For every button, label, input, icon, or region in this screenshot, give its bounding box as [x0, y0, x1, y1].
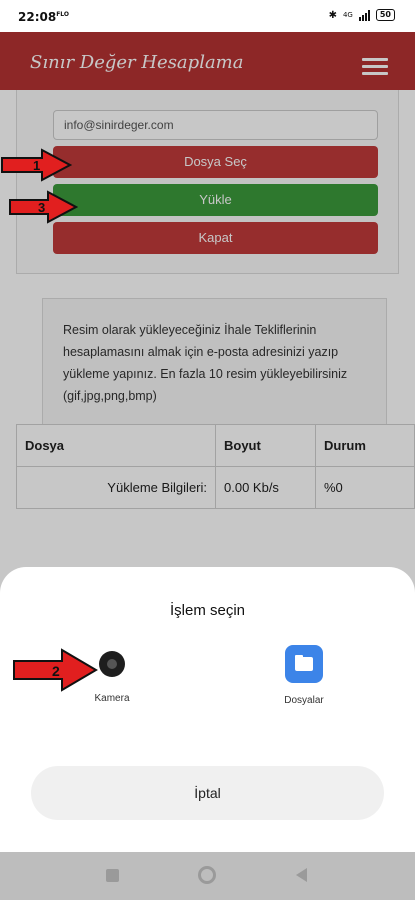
home-icon[interactable] [198, 866, 216, 884]
battery-icon: 50 [375, 9, 395, 21]
navigation-bar [0, 852, 415, 900]
camera-icon [99, 651, 125, 677]
files-label: Dosyalar [284, 695, 324, 706]
annotation-label-2: 2 [52, 663, 60, 679]
bluetooth-icon: ✱ [328, 9, 337, 21]
signal-icon [358, 9, 370, 21]
annotation-arrow-1: 1 [1, 148, 72, 182]
status-icons: ✱ 4G 50 [329, 9, 395, 21]
annotation-arrow-3: 3 [9, 190, 78, 224]
annotation-arrow-2: 2 [13, 648, 98, 692]
action-sheet-title: İşlem seçin [169, 602, 246, 619]
files-option[interactable]: Dosyalar [244, 645, 364, 706]
status-bar: 22:08FLO ✱ 4G 50 [0, 0, 415, 32]
cancel-button[interactable]: İptal [31, 766, 384, 820]
annotation-label-1: 1 [33, 158, 40, 173]
annotation-label-3: 3 [38, 200, 45, 215]
back-icon[interactable] [296, 868, 307, 882]
action-sheet: İşlem seçin Kamera Dosyalar İptal [0, 567, 415, 852]
files-icon [285, 645, 323, 683]
camera-label: Kamera [94, 693, 130, 704]
recent-apps-icon[interactable] [106, 869, 119, 882]
network-type: 4G [342, 11, 353, 19]
status-time: 22:08FLO [18, 10, 70, 24]
